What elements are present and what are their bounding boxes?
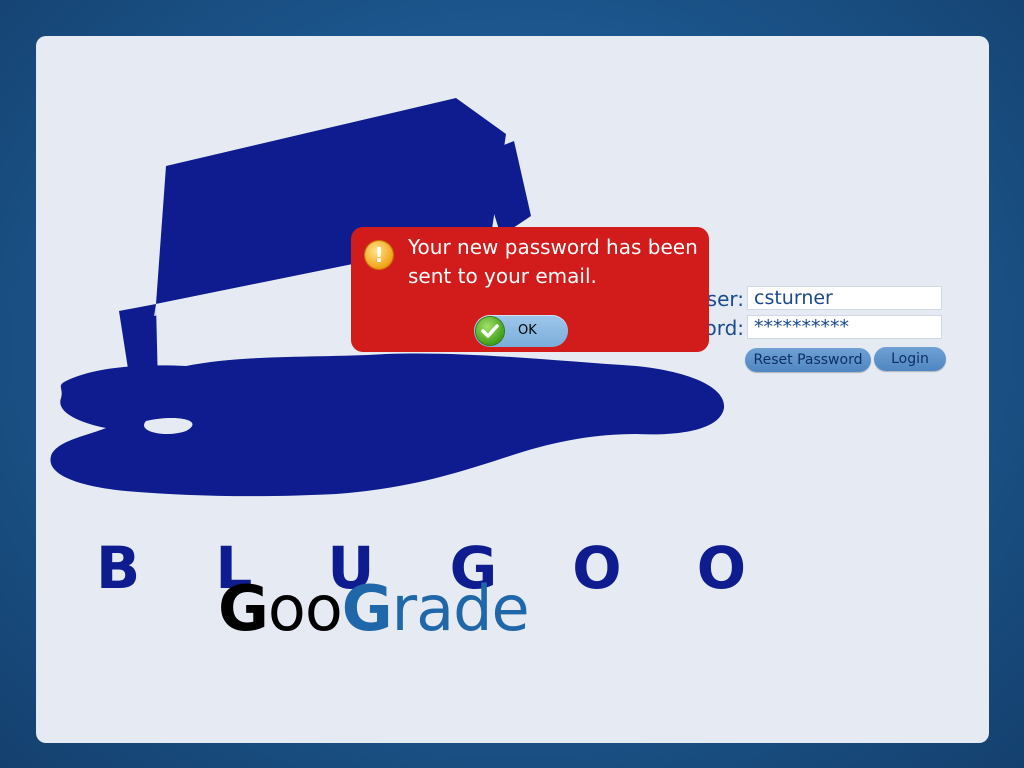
alert-message: Your new password has been sent to your … xyxy=(408,235,698,288)
product-initial-1: G xyxy=(218,572,269,645)
ok-button-label: OK xyxy=(518,323,537,338)
wordmark-letter: B xyxy=(96,534,141,602)
wordmark-letter: O xyxy=(696,534,746,602)
login-button[interactable]: Login xyxy=(874,347,946,371)
alert-dialog: ! Your new password has been sent to you… xyxy=(351,227,709,352)
check-icon xyxy=(476,317,504,345)
main-panel: B L U G O O GooGrade xyxy=(36,36,989,743)
warning-icon: ! xyxy=(365,241,393,269)
username-field[interactable]: csturner xyxy=(747,286,942,310)
product-part-2: rade xyxy=(391,572,530,645)
product-name: GooGrade xyxy=(218,572,530,645)
wordmark-letter: O xyxy=(572,534,622,602)
product-initial-2: G xyxy=(341,572,393,645)
reset-password-button[interactable]: Reset Password xyxy=(745,348,871,372)
ok-button[interactable]: OK xyxy=(474,315,568,347)
password-field[interactable]: ********** xyxy=(747,315,942,339)
product-part-1: oo xyxy=(267,572,343,645)
